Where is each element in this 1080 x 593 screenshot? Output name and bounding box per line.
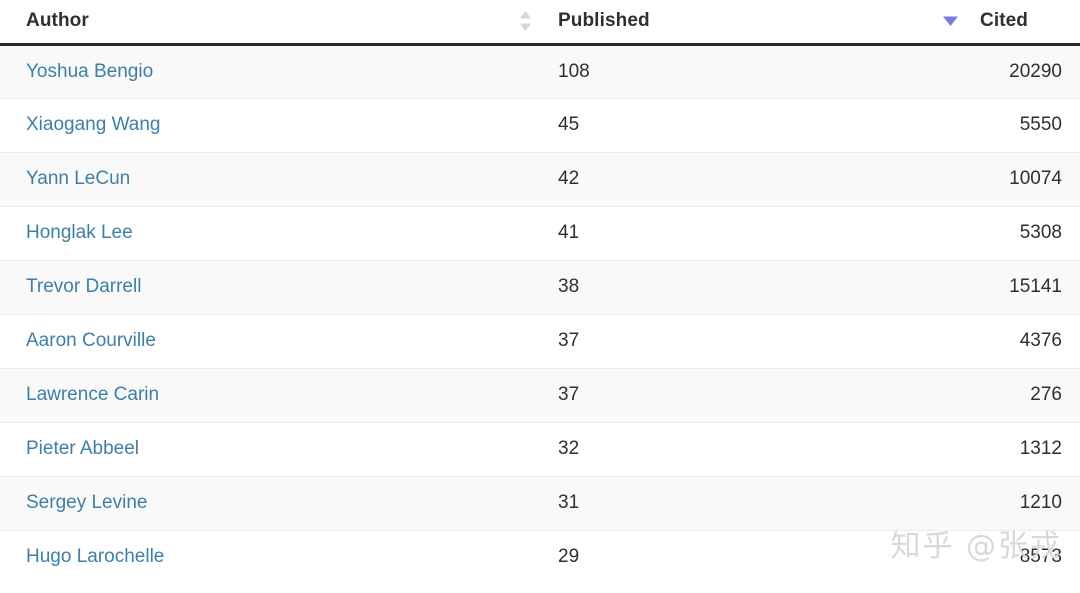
author-link[interactable]: Trevor Darrell <box>26 276 141 297</box>
cell-published: 31 <box>550 475 920 530</box>
author-link[interactable]: Hugo Larochelle <box>26 546 164 567</box>
cell-cited: 1210 <box>980 475 1080 530</box>
cell-spacer <box>920 475 980 530</box>
cell-published: 108 <box>558 60 590 82</box>
cell-spacer <box>920 313 980 368</box>
cell-spacer <box>500 151 550 206</box>
author-link[interactable]: Pieter Abbeel <box>26 438 139 459</box>
table-row[interactable]: Sergey Levine 31 1210 <box>0 475 1080 530</box>
cell-author: Honglak Lee <box>0 205 500 260</box>
cell-spacer <box>500 259 550 314</box>
cell-published: 38 <box>550 259 920 314</box>
table-row[interactable]: Yoshua Bengio 108 20290 <box>0 44 1080 98</box>
cell-cited: 1312 <box>980 421 1080 476</box>
cell-published: 37 <box>550 367 920 422</box>
author-link[interactable]: Yoshua Bengio <box>26 61 153 82</box>
table-header: Author Published Cited <box>0 0 1080 46</box>
author-link[interactable]: Aaron Courville <box>26 330 156 351</box>
table-row[interactable]: Xiaogang Wang 45 5550 <box>0 97 1080 152</box>
sort-control-cited[interactable] <box>920 0 980 46</box>
column-header-author-label: Author <box>26 10 89 32</box>
cell-cited: 276 <box>980 367 1080 422</box>
cell-cited: 10074 <box>980 151 1080 206</box>
author-link[interactable]: Lawrence Carin <box>26 384 159 405</box>
cell-spacer <box>920 367 980 422</box>
cell-author: Hugo Larochelle <box>0 529 500 584</box>
cell-author: Yann LeCun <box>0 151 500 206</box>
column-header-cited[interactable]: Cited <box>980 0 1080 46</box>
cell-spacer <box>920 205 980 260</box>
author-link[interactable]: Xiaogang Wang <box>26 114 161 135</box>
cell-author: Trevor Darrell <box>0 259 500 314</box>
column-header-cited-label: Cited <box>980 10 1028 32</box>
cell-author: Yoshua Bengio <box>0 44 500 98</box>
cell-spacer <box>920 151 980 206</box>
sort-both-icon[interactable] <box>519 10 532 32</box>
table-row[interactable]: Aaron Courville 37 4376 <box>0 313 1080 368</box>
cell-cited: 8573 <box>980 529 1080 584</box>
cell-author: Pieter Abbeel <box>0 421 500 476</box>
cell-author: Sergey Levine <box>0 475 500 530</box>
cell-cited: 4376 <box>980 313 1080 368</box>
cell-spacer <box>500 367 550 422</box>
table-row[interactable]: Hugo Larochelle 29 8573 <box>0 529 1080 584</box>
cell-cited: 20290 <box>1009 60 1062 82</box>
cell-published: 42 <box>550 151 920 206</box>
cell-spacer <box>500 475 550 530</box>
table-row[interactable]: Trevor Darrell 38 15141 <box>0 259 1080 314</box>
cell-cited: 15141 <box>980 259 1080 314</box>
author-ranking-table: Author Published Cited Yoshua Bengio 108… <box>0 0 1080 584</box>
cell-spacer <box>920 44 980 98</box>
cell-cited: 5550 <box>980 97 1080 152</box>
cell-published: 29 <box>550 529 920 584</box>
author-link[interactable]: Yann LeCun <box>26 168 130 189</box>
sort-desc-icon[interactable] <box>942 15 959 27</box>
column-header-published-label: Published <box>558 10 650 32</box>
column-header-published[interactable]: Published <box>550 0 920 46</box>
column-header-author[interactable]: Author <box>0 0 500 46</box>
cell-cited: 5308 <box>980 205 1080 260</box>
author-link[interactable]: Honglak Lee <box>26 222 133 243</box>
author-link[interactable]: Sergey Levine <box>26 492 147 513</box>
cell-published: 37 <box>550 313 920 368</box>
page-root: Author Published Cited Yoshua Bengio 108… <box>0 0 1080 593</box>
table-header-row: Author Published Cited <box>0 0 1080 46</box>
cell-author: Xiaogang Wang <box>0 97 500 152</box>
cell-spacer <box>500 97 550 152</box>
table-row[interactable]: Lawrence Carin 37 276 <box>0 367 1080 422</box>
cell-author: Aaron Courville <box>0 313 500 368</box>
cell-published: 32 <box>550 421 920 476</box>
table-row[interactable]: Honglak Lee 41 5308 <box>0 205 1080 260</box>
cell-spacer <box>500 529 550 584</box>
cell-spacer <box>920 97 980 152</box>
cell-spacer <box>920 259 980 314</box>
cell-spacer <box>920 529 980 584</box>
cell-spacer <box>500 313 550 368</box>
sort-control-published[interactable] <box>500 0 550 46</box>
cell-spacer <box>500 205 550 260</box>
cell-published: 41 <box>550 205 920 260</box>
cell-spacer <box>920 421 980 476</box>
table-body: Yoshua Bengio 108 20290 Xiaogang Wang 45 5550… <box>0 44 1080 584</box>
table-row[interactable]: Pieter Abbeel 32 1312 <box>0 421 1080 476</box>
cell-author: Lawrence Carin <box>0 367 500 422</box>
table-row[interactable]: Yann LeCun 42 10074 <box>0 151 1080 206</box>
cell-spacer <box>500 44 550 98</box>
cell-published: 45 <box>550 97 920 152</box>
cell-spacer <box>500 421 550 476</box>
